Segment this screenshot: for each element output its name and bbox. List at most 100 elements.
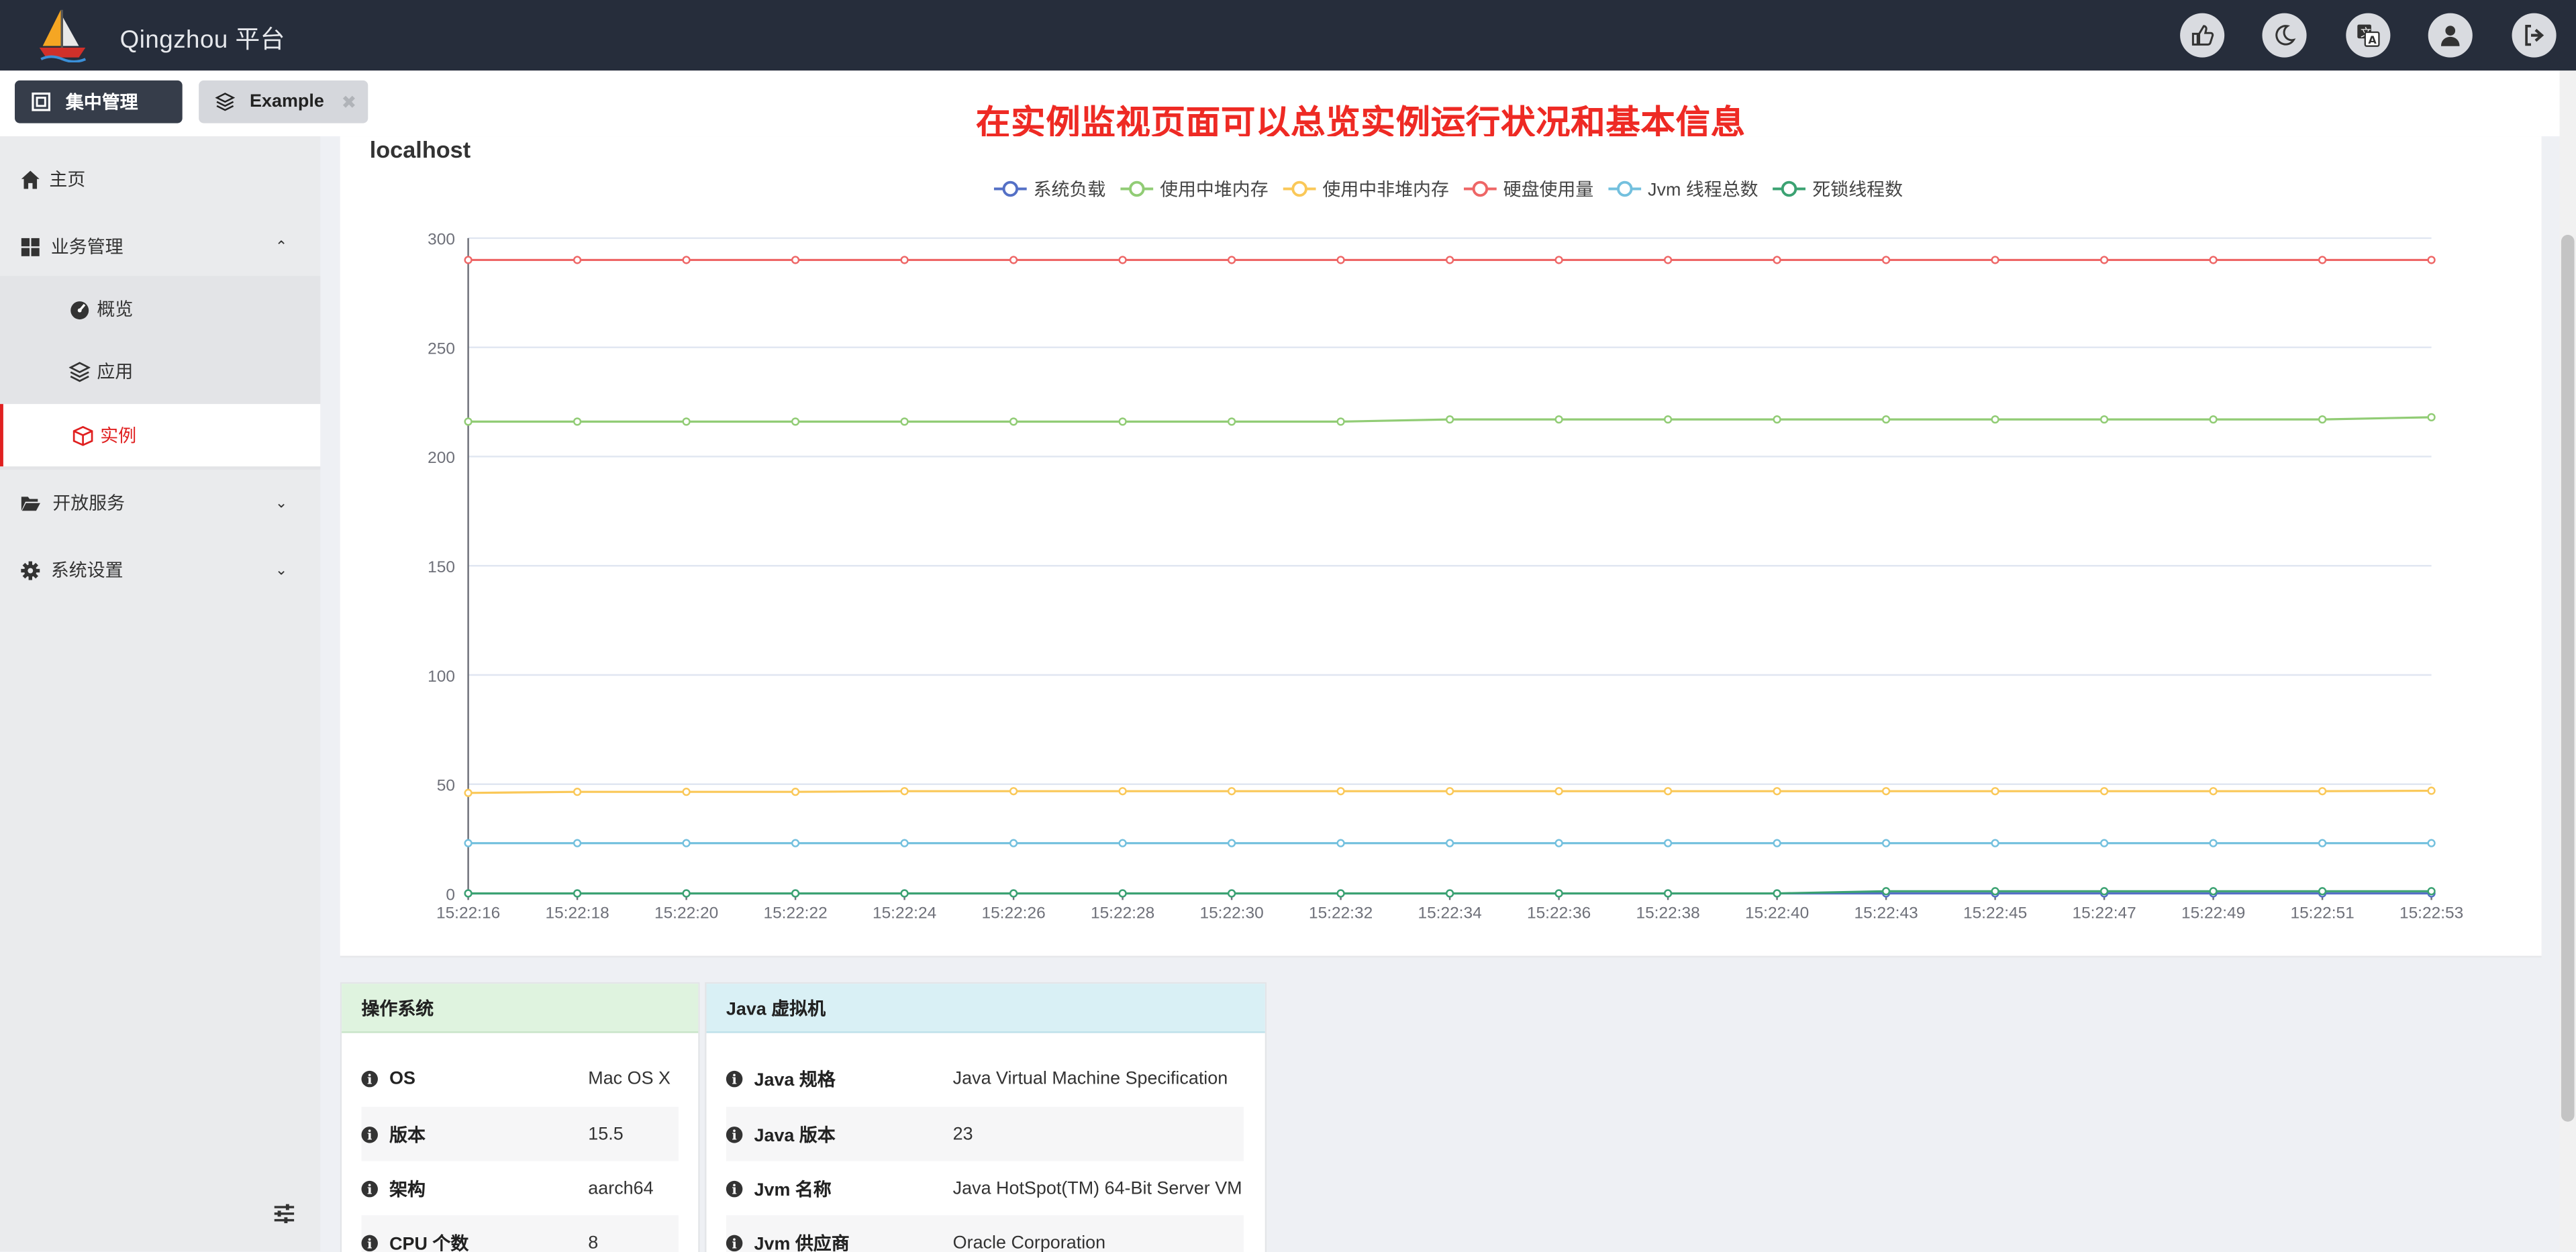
data-point: [2209, 256, 2218, 264]
info-key: Jvm 供应商: [754, 1234, 850, 1252]
data-point: [900, 256, 909, 264]
page: Qingzhou 平台 文A 集中管理 Example ✖ 在实例监视页面可以总…: [0, 0, 2576, 1252]
y-tick-label: 300: [428, 231, 455, 249]
data-point: [1554, 889, 1563, 898]
legend-item[interactable]: 死锁线程数: [1773, 176, 1903, 202]
data-point: [1118, 787, 1127, 796]
data-point: [1009, 256, 1018, 264]
info-row-jvm-name: i Jvm 名称 Java HotSpot(TM) 64-Bit Server V…: [726, 1161, 1244, 1216]
legend-marker-icon: [1283, 180, 1316, 197]
data-point: [900, 889, 909, 898]
sign-out-icon[interactable]: [2512, 13, 2557, 58]
x-tick-label: 15:22:16: [436, 904, 500, 922]
data-point: [2209, 887, 2218, 896]
tab-example[interactable]: Example ✖: [199, 80, 368, 123]
scrollbar-thumb[interactable]: [2561, 235, 2575, 1122]
chevron-up-icon: ⌃: [275, 237, 288, 254]
data-point: [2099, 787, 2109, 796]
legend-marker-icon: [993, 180, 1027, 197]
data-point: [1445, 889, 1454, 898]
x-tick-label: 15:22:30: [1199, 904, 1263, 922]
data-point: [2318, 256, 2327, 264]
info-value: Mac OS X: [588, 1068, 671, 1088]
data-point: [1663, 889, 1673, 898]
info-row-java-spec: i Java 规格 Java Virtual Machine Specificat…: [726, 1051, 1244, 1106]
legend-item[interactable]: Jvm 线程总数: [1608, 176, 1758, 202]
info-key: 架构: [389, 1180, 426, 1200]
jvm-info-card: Java 虚拟机 i Java 规格 Java Virtual Machine S…: [705, 982, 1267, 1252]
svg-text:A: A: [2368, 34, 2377, 46]
info-icon: i: [726, 1234, 743, 1251]
sidebar-item-business[interactable]: 业务管理 ⌃: [0, 215, 320, 278]
user-icon[interactable]: [2428, 13, 2473, 58]
legend-marker-icon: [1463, 180, 1497, 197]
data-point: [1554, 787, 1563, 796]
data-point: [1445, 256, 1454, 264]
sidebar-item-overview[interactable]: 概览: [0, 278, 320, 340]
data-point: [1663, 415, 1673, 424]
info-value: 8: [588, 1232, 599, 1252]
data-point: [1118, 889, 1127, 898]
info-value: 15.5: [588, 1124, 624, 1144]
app-title: Qingzhou 平台: [119, 26, 285, 54]
data-point: [1773, 889, 1781, 898]
tab-label: 集中管理: [65, 93, 138, 113]
data-point: [1881, 887, 1891, 896]
sidebar-item-system-settings[interactable]: 系统设置 ⌄: [0, 539, 320, 601]
data-point: [1445, 787, 1454, 796]
data-point: [464, 417, 473, 426]
legend-item[interactable]: 使用中非堆内存: [1283, 176, 1449, 202]
data-point: [1881, 787, 1891, 796]
sidebar-item-open-services[interactable]: 开放服务 ⌄: [0, 471, 320, 533]
legend-item[interactable]: 系统负载: [993, 176, 1106, 202]
data-point: [791, 256, 800, 264]
legend-label: 使用中非堆内存: [1322, 180, 1449, 201]
chart-legend: 系统负载 使用中堆内存 使用中非堆内存 硬盘使用量 Jvm 线程总数 死锁线程数: [993, 176, 1918, 202]
legend-item[interactable]: 硬盘使用量: [1463, 176, 1593, 202]
chevron-down-icon: ⌄: [275, 493, 288, 511]
tab-centralized-management[interactable]: 集中管理: [15, 80, 183, 123]
data-point: [1773, 839, 1781, 847]
data-point: [1991, 415, 1999, 424]
sidebar-item-apps[interactable]: 应用: [0, 340, 320, 403]
data-point: [1991, 839, 1999, 847]
data-point: [682, 417, 691, 426]
layers-icon: [215, 93, 236, 111]
tab-close-icon[interactable]: ✖: [342, 92, 357, 113]
legend-item[interactable]: 使用中堆内存: [1120, 176, 1269, 202]
info-key: CPU 个数: [389, 1234, 469, 1252]
sidebar-item-home[interactable]: 主页: [0, 148, 320, 210]
data-point: [2427, 839, 2436, 847]
data-point: [791, 889, 800, 898]
data-point: [2209, 839, 2218, 847]
scrollbar[interactable]: [2559, 70, 2576, 1252]
info-value: 23: [952, 1124, 973, 1144]
data-point: [1009, 839, 1018, 847]
info-row-arch: i 架构 aarch64: [361, 1161, 678, 1216]
info-row-jvm-vendor: i Jvm 供应商 Oracle Corporation: [726, 1215, 1244, 1252]
thumbs-up-icon[interactable]: [2180, 13, 2225, 58]
x-tick-label: 15:22:18: [545, 904, 609, 922]
x-tick-label: 15:22:28: [1091, 904, 1154, 922]
sidebar-item-instances[interactable]: 实例: [0, 404, 321, 467]
legend-marker-icon: [1608, 180, 1642, 197]
data-point: [2209, 415, 2218, 424]
legend-label: 使用中堆内存: [1160, 180, 1269, 201]
moon-icon[interactable]: [2262, 13, 2307, 58]
x-tick-label: 15:22:24: [873, 904, 936, 922]
data-point: [2099, 839, 2109, 847]
info-icon: i: [361, 1125, 378, 1143]
legend-label: 系统负载: [1033, 180, 1106, 201]
os-card-title: 操作系统: [342, 984, 699, 1033]
data-point: [1554, 839, 1563, 847]
logo-icon: [39, 9, 87, 63]
data-point: [1445, 839, 1454, 847]
dashboard-icon: [70, 300, 89, 319]
info-icon: i: [726, 1180, 743, 1197]
data-point: [1118, 417, 1127, 426]
monitor-chart-card: 0 50 100 150 200 250 300 15:22:16 15:22:18 15:22:…: [340, 136, 2542, 958]
translate-icon[interactable]: 文A: [2346, 13, 2391, 58]
data-point: [1009, 889, 1018, 898]
home-icon: [21, 170, 40, 189]
sliders-icon[interactable]: [273, 1202, 295, 1225]
